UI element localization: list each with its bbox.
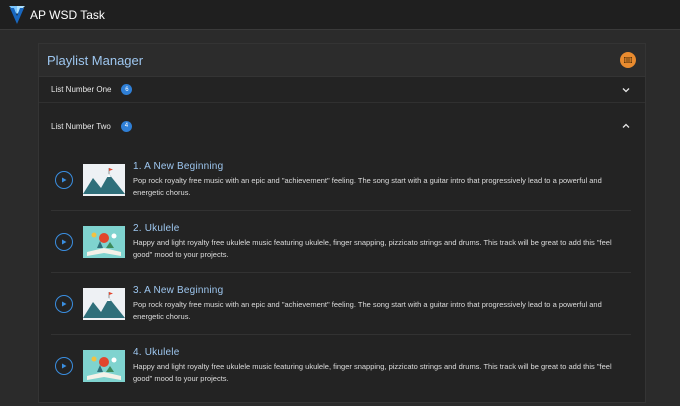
play-icon — [62, 301, 67, 306]
track-description: Pop rock royalty free music with an epic… — [133, 175, 602, 197]
panel-header: Playlist Manager — [39, 44, 645, 77]
play-button[interactable] — [55, 294, 73, 313]
play-button[interactable] — [55, 357, 73, 375]
book-thumbnail-icon — [83, 350, 125, 382]
track-item: 1. A New Beginning Pop rock royalty free… — [51, 149, 631, 211]
mountain-thumbnail-icon — [83, 163, 125, 196]
track-description: Happy and light royalty free ukulele mus… — [133, 237, 612, 259]
list-icon — [624, 57, 632, 63]
playlist-manager-panel: Playlist Manager List Number One 6 List … — [38, 43, 646, 403]
top-app-bar: AP WSD Task — [0, 0, 680, 30]
track-title[interactable]: 2. Ukulele — [133, 223, 631, 234]
track-item: 2. Ukulele Happy and light royalty free … — [51, 211, 631, 273]
list-header-one[interactable]: List Number One 6 — [39, 77, 645, 103]
track-title[interactable]: 3. A New Beginning — [133, 285, 631, 296]
app-title: AP WSD Task — [30, 7, 105, 22]
book-thumbnail-icon — [83, 225, 125, 258]
play-icon — [62, 177, 67, 182]
panel-action-button[interactable] — [620, 52, 636, 68]
track-description: Pop rock royalty free music with an epic… — [133, 299, 602, 321]
list-name: List Number Two — [51, 121, 111, 131]
count-badge: 6 — [121, 84, 133, 95]
track-title[interactable]: 1. A New Beginning — [133, 161, 631, 172]
track-item: 4. Ukulele Happy and light royalty free … — [51, 335, 631, 397]
list-name: List Number One — [51, 85, 112, 94]
track-item: 3. A New Beginning Pop rock royalty free… — [51, 273, 631, 335]
chevron-up-icon[interactable] — [621, 121, 631, 131]
mountain-thumbnail-icon — [83, 287, 125, 320]
vuetify-logo-icon — [9, 5, 25, 24]
play-icon — [62, 363, 67, 369]
list-header-two[interactable]: List Number Two 4 — [39, 103, 645, 149]
count-badge: 4 — [120, 120, 132, 132]
panel-title: Playlist Manager — [47, 52, 144, 68]
play-button[interactable] — [55, 232, 73, 251]
track-title[interactable]: 4. Ukulele — [133, 347, 631, 358]
track-description: Happy and light royalty free ukulele mus… — [133, 362, 612, 383]
play-button[interactable] — [55, 170, 73, 189]
track-list: 1. A New Beginning Pop rock royalty free… — [39, 149, 645, 397]
chevron-down-icon[interactable] — [621, 85, 631, 95]
play-icon — [62, 239, 67, 244]
